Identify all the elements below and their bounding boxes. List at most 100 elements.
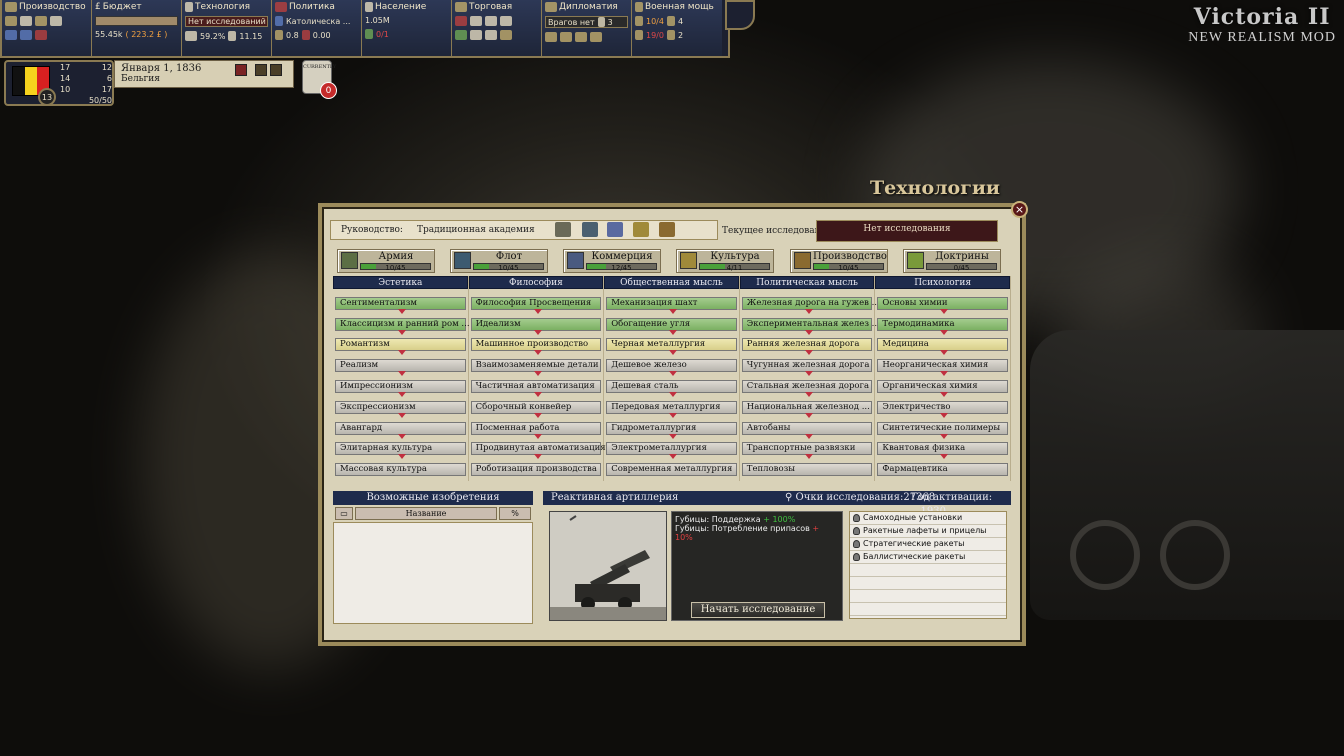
category-icon — [680, 252, 697, 269]
tech-item[interactable]: Импрессионизм — [335, 379, 466, 397]
production-tab[interactable]: Производство — [2, 0, 92, 56]
navy-school-icon[interactable] — [582, 222, 598, 237]
category-tab-6[interactable]: Доктрины 0/45 — [903, 249, 1001, 273]
tech-item[interactable]: Механизация шахт — [606, 296, 737, 314]
tech-item[interactable]: Экспериментальная желез ... — [741, 317, 880, 335]
tech-arrow-icon — [533, 433, 542, 439]
tech-item[interactable]: Массовая культура — [335, 463, 466, 477]
unlock-item[interactable]: Баллистические ракеты — [850, 551, 1006, 564]
tech-item[interactable]: Экспрессионизм — [335, 400, 466, 418]
tech-column: Политическая мысль Железная дорога на гуж… — [739, 276, 880, 481]
tech-column: Философия Философия Просвещения Идеализм Ма… — [468, 276, 606, 481]
industry-school-icon[interactable] — [659, 222, 675, 237]
tech-item[interactable]: Дешевое железо — [606, 359, 737, 377]
category-count: 0/45 — [953, 264, 970, 272]
trade-tab[interactable]: Торговая — [452, 0, 542, 56]
inventions-name-column[interactable]: Название — [355, 507, 497, 520]
tech-item[interactable]: Черная металлургия — [606, 338, 737, 356]
budget-tab[interactable]: £ Бюджет 55.45k( 223.2 £ ) — [92, 0, 182, 56]
tech-item[interactable]: Неорганическая химия — [877, 359, 1008, 377]
army-school-icon[interactable] — [555, 222, 571, 237]
tech-item[interactable]: Роботизация производства — [470, 463, 602, 477]
unlock-label: Ракетные лафеты и прицелы — [863, 526, 987, 535]
tech-item[interactable]: Транспортные развязки — [741, 442, 873, 460]
tech-item[interactable]: Романтизм — [335, 338, 466, 356]
tech-item[interactable]: Сентиментализм — [335, 296, 466, 314]
tech-item[interactable]: Термодинамика — [877, 317, 1008, 335]
unlock-item[interactable]: Стратегические ракеты — [850, 538, 1006, 551]
factory-icon — [5, 2, 17, 12]
tech-item[interactable]: Стальная железная дорога — [741, 379, 873, 397]
category-tab-5[interactable]: Производство 10/45 — [790, 249, 888, 273]
tech-item[interactable]: Идеализм — [470, 317, 602, 335]
unlock-item[interactable]: Самоходные установки — [850, 512, 1006, 525]
tech-item[interactable]: Тепловозы — [741, 463, 873, 477]
tech-item[interactable]: Передовая металлургия — [606, 400, 737, 418]
culture-school-icon[interactable] — [633, 222, 649, 237]
tech-item[interactable]: Современная металлургия — [606, 463, 737, 477]
tech-item[interactable]: Электрометаллургия — [606, 442, 737, 460]
speed-up-button[interactable] — [255, 64, 267, 76]
diplomacy-icon — [545, 32, 557, 42]
people-icon — [365, 2, 373, 12]
diplomacy-icon — [575, 32, 587, 42]
tech-item[interactable]: Продвинутая автоматизация — [470, 442, 606, 460]
tech-item[interactable]: Национальная железнод ... — [741, 400, 873, 418]
tech-item[interactable]: Сборочный конвейер — [470, 400, 602, 418]
unlock-empty-row — [850, 603, 1006, 616]
tech-item[interactable]: Электричество — [877, 400, 1008, 418]
tech-unlocks-list: Самоходные установки Ракетные лафеты и пр… — [849, 511, 1007, 619]
goods-icon — [5, 16, 17, 26]
politics-tab[interactable]: Политика Католическа ... 0.8 0.00 — [272, 0, 362, 56]
tech-item[interactable]: Элитарная культура — [335, 442, 466, 460]
category-icon — [794, 252, 811, 269]
tech-item[interactable]: Железная дорога на гужев ... — [741, 296, 880, 314]
tech-arrow-icon — [669, 329, 678, 335]
technology-tab[interactable]: Технология Нет исследований 59.2% 11.15 — [182, 0, 272, 56]
category-tab-4[interactable]: Культура 4/11 — [676, 249, 774, 273]
tech-item[interactable]: Авангард — [335, 421, 466, 439]
tech-item[interactable]: Классицизм и ранний ром ... — [335, 317, 470, 335]
tech-item[interactable]: Фармацевтика — [877, 463, 1008, 477]
tech-item[interactable]: Философия Просвещения — [470, 296, 602, 314]
close-button[interactable]: × — [1011, 201, 1028, 218]
military-tab[interactable]: Военная мощь 10/4 4 19/0 2 — [632, 0, 722, 56]
category-count: 4/11 — [726, 264, 743, 272]
tech-item[interactable]: Реализм — [335, 359, 466, 377]
population-tab[interactable]: Население 1.05M 0/1 — [362, 0, 452, 56]
folder-icon[interactable]: ▭ — [335, 507, 353, 520]
speed-down-button[interactable] — [270, 64, 282, 76]
tech-item[interactable]: Машинное производство — [470, 338, 602, 356]
top-bar: Производство £ Бюджет 55.45k( 223.2 £ ) Т… — [0, 0, 730, 58]
tech-item[interactable]: Квантовая физика — [877, 442, 1008, 460]
tech-item[interactable]: Органическая химия — [877, 379, 1008, 397]
tech-item[interactable]: Синтетические полимеры — [877, 421, 1008, 439]
inventions-pct-column[interactable]: % — [499, 507, 531, 520]
pause-button[interactable] — [235, 64, 247, 76]
tech-item[interactable]: Чугунная железная дорога — [741, 359, 873, 377]
tech-item[interactable]: Ранняя железная дорога — [741, 338, 873, 356]
tech-item[interactable]: Взаимозаменяемые детали — [470, 359, 602, 377]
tech-item[interactable]: Гидрометаллургия — [606, 421, 737, 439]
inventions-list[interactable] — [333, 522, 533, 624]
commerce-school-icon[interactable] — [607, 222, 623, 237]
tech-item[interactable]: Обогащение угля — [606, 317, 737, 335]
category-tab-2[interactable]: Флот 10/45 — [450, 249, 548, 273]
tech-item[interactable]: Частичная автоматизация — [470, 379, 602, 397]
country-panel[interactable]: 13 17 12 14 6 10 17 50/50 — [4, 60, 114, 106]
unit-icon — [666, 30, 675, 40]
tech-item[interactable]: Дешевая сталь — [606, 379, 737, 397]
inventions-header: Возможные изобретения — [333, 491, 533, 505]
unlock-label: Стратегические ракеты — [863, 539, 965, 548]
start-research-button[interactable]: Начать исследование — [691, 602, 825, 618]
category-tab-3[interactable]: Коммерция 12/45 — [563, 249, 661, 273]
category-tab-1[interactable]: Армия 10/45 — [337, 249, 435, 273]
tech-arrow-icon — [804, 329, 813, 335]
diplomacy-tab[interactable]: Дипломатия Врагов нет 3 — [542, 0, 632, 56]
unlock-item[interactable]: Ракетные лафеты и прицелы — [850, 525, 1006, 538]
tech-item[interactable]: Автобаны — [741, 421, 873, 439]
tech-item[interactable]: Медицина — [877, 338, 1008, 356]
tech-item[interactable]: Посменная работа — [470, 421, 602, 439]
tech-item[interactable]: Основы химии — [877, 296, 1008, 314]
tech-arrow-icon — [533, 308, 542, 314]
